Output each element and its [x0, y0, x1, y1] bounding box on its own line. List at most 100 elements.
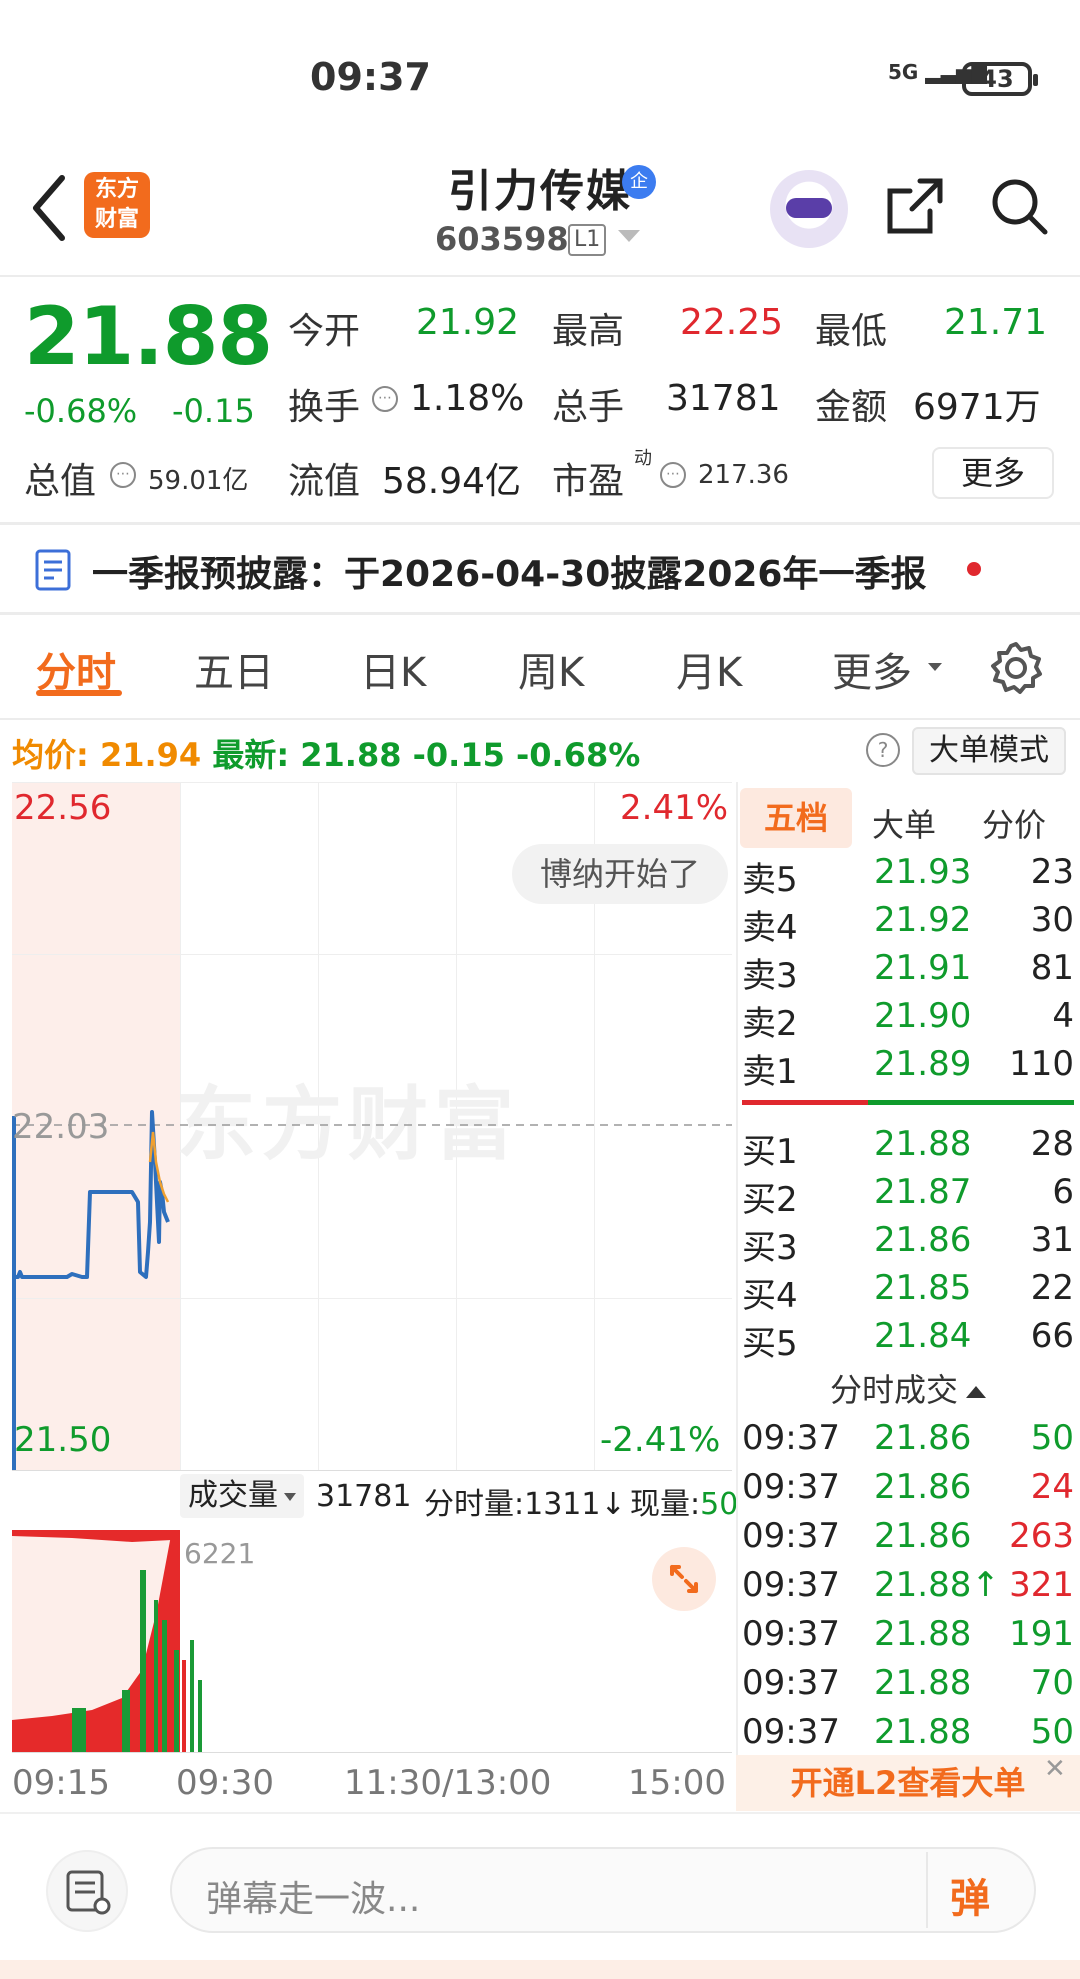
- ask-row[interactable]: 卖3 21.91 81: [742, 948, 1074, 996]
- time-axis-label: 11:30/13:00: [344, 1763, 552, 1803]
- pe-label: 市盈: [552, 461, 625, 502]
- bid-price: 21.85: [874, 1268, 972, 1308]
- minute-volume-value: 1311↓: [524, 1487, 626, 1522]
- avg-label: 均价:: [12, 736, 89, 774]
- bid-row[interactable]: 买3 21.86 31: [742, 1220, 1074, 1268]
- trade-price: 21.88: [874, 1712, 972, 1752]
- volume-label: 总手: [552, 387, 625, 428]
- tab-five-level[interactable]: 五档: [740, 788, 852, 848]
- tab-monthly-k[interactable]: 月K: [676, 640, 742, 698]
- info-icon[interactable]: ⋯: [372, 386, 398, 412]
- trade-time: 09:37: [742, 1516, 840, 1556]
- trade-row: 09:37 21.88 191: [742, 1614, 1074, 1663]
- tab-weekly-k[interactable]: 周K: [518, 640, 584, 698]
- avg-value: 21.94: [99, 736, 202, 774]
- ask-row[interactable]: 卖1 21.89 110: [742, 1044, 1074, 1092]
- turnover-value: 1.18%: [410, 378, 525, 419]
- current-volume: 现量:50: [630, 1479, 738, 1523]
- more-button[interactable]: 更多: [932, 447, 1054, 499]
- battery-icon: 43: [962, 62, 1038, 96]
- divider: [0, 522, 1080, 525]
- trade-row: 09:37 21.88 50: [742, 1712, 1074, 1761]
- tab-price-distribution[interactable]: 分价: [982, 800, 1046, 846]
- time-axis-label: 09:30: [176, 1763, 274, 1803]
- divider: [926, 1852, 928, 1928]
- bid-row[interactable]: 买2 21.87 6: [742, 1172, 1074, 1220]
- bid-row[interactable]: 买5 21.84 66: [742, 1316, 1074, 1364]
- latest-pct: -0.68%: [516, 736, 641, 774]
- search-icon[interactable]: [988, 175, 1050, 237]
- chevron-down-icon[interactable]: [618, 230, 640, 242]
- low-label: 最低: [815, 311, 888, 352]
- share-icon[interactable]: [884, 175, 946, 237]
- tab-five-day[interactable]: 五日: [194, 640, 274, 698]
- big-order-mode-button[interactable]: 大单模式: [912, 727, 1066, 775]
- chevron-down-icon: [284, 1492, 296, 1501]
- tab-more[interactable]: 更多: [832, 640, 912, 698]
- volume-value: 31781: [666, 378, 781, 419]
- bid-label: 买3: [742, 1228, 798, 1268]
- trade-qty: 50: [1030, 1712, 1074, 1752]
- trade-time: 09:37: [742, 1663, 840, 1703]
- l2-upgrade-banner[interactable]: 开通L2查看大单: [736, 1755, 1080, 1811]
- abs-change: -0.15: [172, 392, 255, 430]
- report-icon: [35, 549, 71, 591]
- bid-label: 买4: [742, 1276, 798, 1316]
- ask-qty: 110: [1009, 1044, 1074, 1084]
- tab-indicator: [36, 690, 122, 696]
- time-axis-label: 15:00: [628, 1763, 726, 1803]
- danmaku-list-icon[interactable]: [46, 1850, 128, 1932]
- gear-icon[interactable]: [988, 640, 1044, 696]
- ask-bid-separator: [868, 1100, 1074, 1105]
- float-value: 58.94亿: [382, 461, 522, 502]
- current-volume-label: 现量:: [630, 1487, 701, 1522]
- notice-text[interactable]: 一季报预披露：于2026-04-30披露2026年一季报: [92, 545, 926, 597]
- enterprise-badge: 企: [622, 165, 656, 199]
- ask-row[interactable]: 卖4 21.92 30: [742, 900, 1074, 948]
- chevron-down-icon: [928, 663, 942, 671]
- price-axis-prev-close: 22.03: [12, 1107, 110, 1147]
- trades-header[interactable]: 分时成交: [736, 1365, 1080, 1411]
- amount-value: 6971万: [913, 387, 1041, 428]
- danmaku-bubble[interactable]: 博纳开始了: [512, 844, 729, 904]
- trade-price: 21.88: [874, 1663, 972, 1703]
- tab-big-order[interactable]: 大单: [872, 800, 936, 846]
- trade-price: 21.86: [874, 1418, 972, 1458]
- danmaku-send-button[interactable]: 弹: [950, 1866, 990, 1924]
- volume-total: 31781: [316, 1479, 412, 1514]
- bid-label: 买5: [742, 1324, 798, 1364]
- grid-line: [12, 1752, 732, 1753]
- volume-selector-label: 成交量: [188, 1478, 278, 1513]
- ask-row[interactable]: 卖5 21.93 23: [742, 852, 1074, 900]
- trade-row: 09:37 21.88 70: [742, 1663, 1074, 1712]
- level-badge[interactable]: L1: [568, 224, 607, 256]
- help-icon[interactable]: ?: [866, 733, 900, 767]
- volume-indicator-selector[interactable]: 成交量: [180, 1474, 304, 1518]
- network-type: 5G: [888, 60, 919, 84]
- trade-time: 09:37: [742, 1418, 840, 1458]
- bid-price: 21.88: [874, 1124, 972, 1164]
- trade-qty: 50: [1030, 1418, 1074, 1458]
- volume-chart[interactable]: [12, 1530, 732, 1752]
- ask-label: 卖4: [742, 908, 798, 948]
- close-icon[interactable]: ✕: [1044, 1754, 1066, 1784]
- ask-qty: 23: [1030, 852, 1074, 892]
- bid-row[interactable]: 买1 21.88 28: [742, 1124, 1074, 1172]
- total-value: 59.01亿: [148, 466, 249, 496]
- bid-row[interactable]: 买4 21.85 22: [742, 1268, 1074, 1316]
- ask-price: 21.91: [874, 948, 972, 988]
- divider: [0, 612, 1080, 615]
- current-volume-value: 50: [700, 1487, 739, 1522]
- ask-price: 21.89: [874, 1044, 972, 1084]
- float-value-label: 流值: [288, 461, 361, 502]
- minute-volume: 分时量:1311↓: [424, 1479, 626, 1523]
- ask-row[interactable]: 卖2 21.90 4: [742, 996, 1074, 1044]
- tab-daily-k[interactable]: 日K: [360, 640, 426, 698]
- bid-price: 21.84: [874, 1316, 972, 1356]
- info-icon[interactable]: ⋯: [660, 462, 686, 488]
- info-icon[interactable]: ⋯: [110, 462, 136, 488]
- ask-label: 卖3: [742, 956, 798, 996]
- expand-icon[interactable]: [652, 1547, 716, 1611]
- robot-avatar-icon[interactable]: [770, 170, 848, 248]
- bid-label: 买1: [742, 1132, 798, 1172]
